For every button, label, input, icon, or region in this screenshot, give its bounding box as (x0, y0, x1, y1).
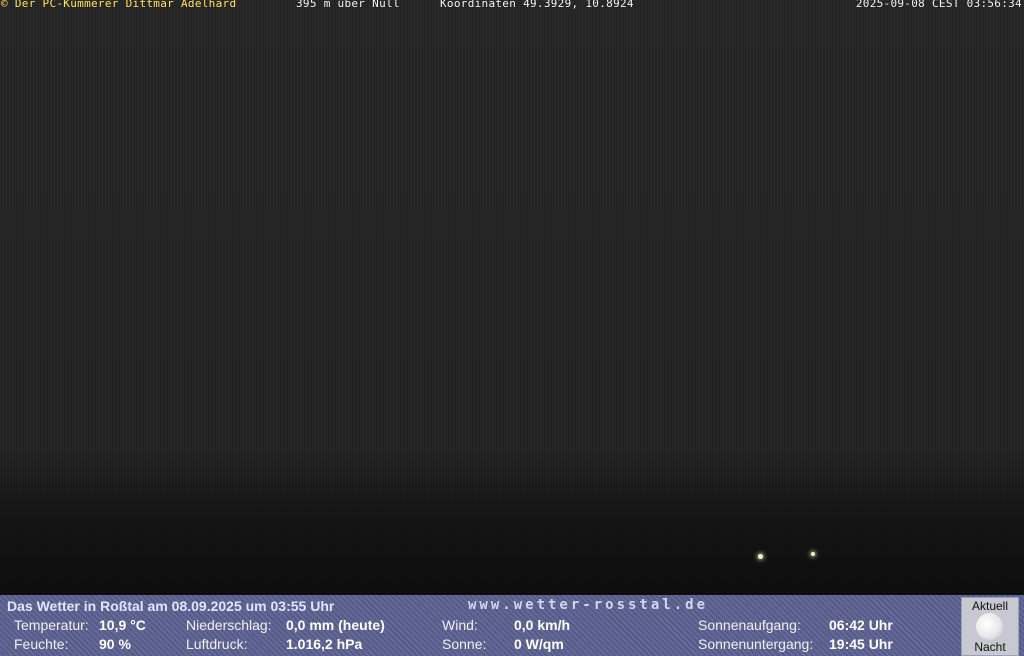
distant-light (811, 552, 815, 556)
website-url[interactable]: www.wetter-rosstal.de (468, 597, 708, 613)
pressure-label: Luftdruck: (186, 636, 248, 652)
precipitation-label: Niederschlag: (186, 617, 272, 633)
sunset-label: Sonnenuntergang: (698, 636, 814, 652)
timestamp-text: 2025-09-08 CEST 03:56:34 (855, 0, 1022, 10)
coordinates-text: Koordinaten 49.3929, 10.8924 (440, 0, 634, 10)
moon-current-label: Aktuell (971, 599, 1009, 613)
wind-value: 0,0 km/h (514, 617, 571, 633)
webcam-caption-bar: © Der PC-Kümmerer Dittmar Adelhard 395 m… (0, 0, 1024, 11)
weather-title: Das Wetter in Roßtal am 08.09.2025 um 03… (7, 598, 335, 614)
temperature-value: 10,9 °C (99, 617, 146, 633)
moon-night-label: Nacht (974, 640, 1006, 654)
temperature-label: Temperatur: (14, 617, 89, 633)
sun-label: Sonne: (442, 636, 487, 652)
precipitation-value: 0,0 mm (heute) (286, 617, 385, 633)
humidity-label: Feuchte: (14, 636, 69, 652)
moon-phase-box: Aktuell Nacht (961, 597, 1019, 656)
copyright-text: © Der PC-Kümmerer Dittmar Adelhard (1, 0, 237, 10)
altitude-text: 395 m über Null (296, 0, 400, 10)
humidity-value: 90 % (99, 636, 131, 652)
wind-label: Wind: (442, 617, 478, 633)
sun-value: 0 W/qm (514, 636, 564, 652)
horizon-silhouette (0, 470, 1024, 595)
pressure-value: 1.016,2 hPa (286, 636, 363, 652)
weather-panel: Das Wetter in Roßtal am 08.09.2025 um 03… (0, 595, 1024, 656)
distant-light (758, 554, 763, 559)
sunrise-label: Sonnenaufgang: (698, 617, 801, 633)
moon-icon (976, 613, 1003, 640)
sunset-value: 19:45 Uhr (829, 636, 893, 652)
sunrise-value: 06:42 Uhr (829, 617, 893, 633)
